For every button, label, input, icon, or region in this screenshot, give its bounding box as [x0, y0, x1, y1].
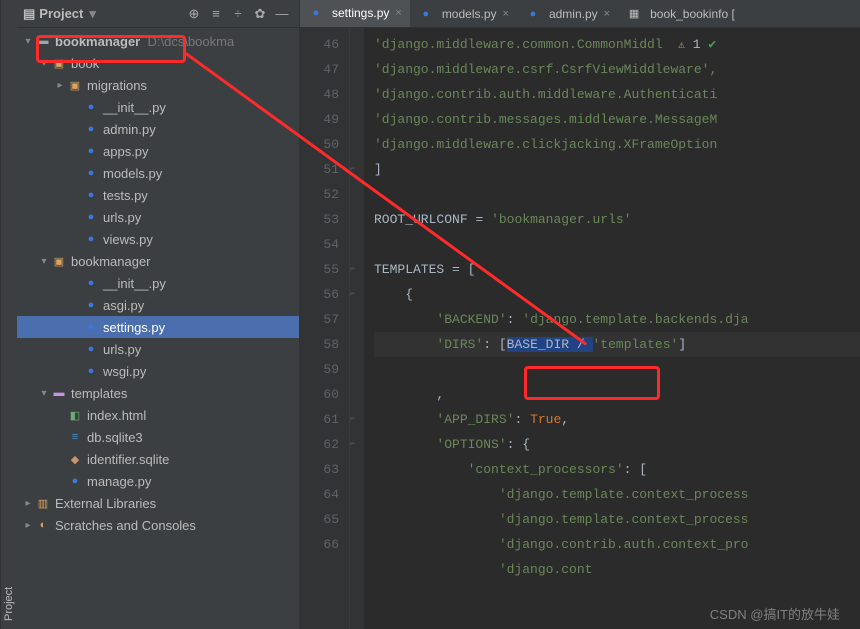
python-file-icon: ● [83, 99, 99, 115]
chevron-down-icon: ▾ [21, 36, 35, 47]
tree-folder-book[interactable]: ▾ ▣ book [17, 52, 299, 74]
panel-title[interactable]: ▤ Project ▾ [23, 6, 96, 22]
tree-file[interactable]: ·●__init__.py [17, 96, 299, 118]
tab-book-bookinfo[interactable]: ▦ book_bookinfo [ [618, 0, 743, 27]
package-icon: ▣ [51, 55, 67, 71]
close-icon[interactable]: × [503, 8, 509, 20]
tree-scratches[interactable]: ▸ ◐ Scratches and Consoles [17, 514, 299, 536]
tree-file[interactable]: ·●views.py [17, 228, 299, 250]
project-tree[interactable]: ▾ ▬ bookmanager D:\dcs\bookma ▾ ▣ book ▸… [17, 28, 299, 629]
project-tool-window-button[interactable]: Project [0, 0, 17, 629]
python-file-icon: ● [83, 319, 99, 335]
tree-folder-templates[interactable]: ▾ ▬ templates [17, 382, 299, 404]
tree-file[interactable]: ·≡db.sqlite3 [17, 426, 299, 448]
library-icon: ▥ [35, 495, 51, 511]
table-icon: ▦ [626, 6, 642, 22]
tree-file[interactable]: ·◆identifier.sqlite [17, 448, 299, 470]
chevron-right-icon: ▸ [21, 520, 35, 531]
tab-admin[interactable]: ● admin.py × [517, 0, 618, 27]
tree-folder-migrations[interactable]: ▸ ▣ migrations [17, 74, 299, 96]
tree-file[interactable]: ·◧index.html [17, 404, 299, 426]
tree-file[interactable]: ·●models.py [17, 162, 299, 184]
watermark: CSDN @搞IT的放牛娃 [710, 604, 840, 623]
python-file-icon: ● [83, 363, 99, 379]
python-file-icon: ● [83, 275, 99, 291]
project-icon: ▤ [23, 6, 35, 22]
editor-tabs: ● settings.py × ● models.py × ● admin.py… [300, 0, 860, 28]
python-file-icon: ● [83, 121, 99, 137]
tree-root[interactable]: ▾ ▬ bookmanager D:\dcs\bookma [17, 30, 299, 52]
scratches-icon: ◐ [35, 517, 51, 533]
panel-header: ▤ Project ▾ ⊕ ≡ ÷ ✿ — [17, 0, 299, 28]
code-lines[interactable]: 'django.middleware.common.CommonMiddl ⚠ … [364, 28, 860, 629]
fold-gutter: ⌐ ⌐⌐ ⌐⌐ [350, 28, 364, 629]
gear-icon[interactable]: ✿ [249, 3, 271, 25]
sqlite-icon: ◆ [67, 451, 83, 467]
python-file-icon: ● [83, 341, 99, 357]
python-file-icon: ● [83, 209, 99, 225]
close-icon[interactable]: × [395, 7, 401, 19]
select-opened-file-icon[interactable]: ⊕ [183, 3, 205, 25]
tree-file[interactable]: ·●asgi.py [17, 294, 299, 316]
tree-file-settings[interactable]: ·●settings.py [17, 316, 299, 338]
expand-all-icon[interactable]: ≡ [205, 3, 227, 25]
tree-file[interactable]: ·●apps.py [17, 140, 299, 162]
python-file-icon: ● [308, 5, 324, 21]
hide-icon[interactable]: — [271, 3, 293, 25]
python-file-icon: ● [83, 187, 99, 203]
tree-file[interactable]: ·●tests.py [17, 184, 299, 206]
python-file-icon: ● [525, 6, 541, 22]
tree-external-libraries[interactable]: ▸ ▥ External Libraries [17, 492, 299, 514]
tree-file[interactable]: ·●manage.py [17, 470, 299, 492]
python-file-icon: ● [83, 143, 99, 159]
line-number-gutter: 4647484950515253545556575859606162636465… [300, 28, 350, 629]
python-file-icon: ● [83, 231, 99, 247]
python-file-icon: ● [67, 473, 83, 489]
tab-models[interactable]: ● models.py × [410, 0, 517, 27]
chevron-down-icon: ▾ [89, 6, 96, 22]
tree-file[interactable]: ·●urls.py [17, 206, 299, 228]
templates-icon: ▬ [51, 385, 67, 401]
package-icon: ▣ [67, 77, 83, 93]
chevron-right-icon: ▸ [53, 80, 67, 91]
project-panel: ▤ Project ▾ ⊕ ≡ ÷ ✿ — ▾ ▬ bookmanager D:… [17, 0, 300, 629]
editor-area: ● settings.py × ● models.py × ● admin.py… [300, 0, 860, 629]
database-icon: ≡ [67, 429, 83, 445]
html-file-icon: ◧ [67, 407, 83, 423]
tree-file[interactable]: ·●admin.py [17, 118, 299, 140]
folder-icon: ▬ [35, 33, 51, 49]
chevron-down-icon: ▾ [37, 256, 51, 267]
python-file-icon: ● [83, 165, 99, 181]
tree-file[interactable]: ·●__init__.py [17, 272, 299, 294]
check-icon: ✔ [708, 37, 716, 52]
chevron-down-icon: ▾ [37, 388, 51, 399]
collapse-all-icon[interactable]: ÷ [227, 3, 249, 25]
package-icon: ▣ [51, 253, 67, 269]
close-icon[interactable]: × [604, 8, 610, 20]
tree-file[interactable]: ·●wsgi.py [17, 360, 299, 382]
chevron-right-icon: ▸ [21, 498, 35, 509]
code-editor[interactable]: 4647484950515253545556575859606162636465… [300, 28, 860, 629]
warning-icon: ⚠ [678, 40, 685, 52]
python-file-icon: ● [418, 6, 434, 22]
python-file-icon: ● [83, 297, 99, 313]
tree-file[interactable]: ·●urls.py [17, 338, 299, 360]
tree-folder-bookmanager[interactable]: ▾ ▣ bookmanager [17, 250, 299, 272]
chevron-down-icon: ▾ [37, 58, 51, 69]
tab-settings[interactable]: ● settings.py × [300, 0, 410, 27]
